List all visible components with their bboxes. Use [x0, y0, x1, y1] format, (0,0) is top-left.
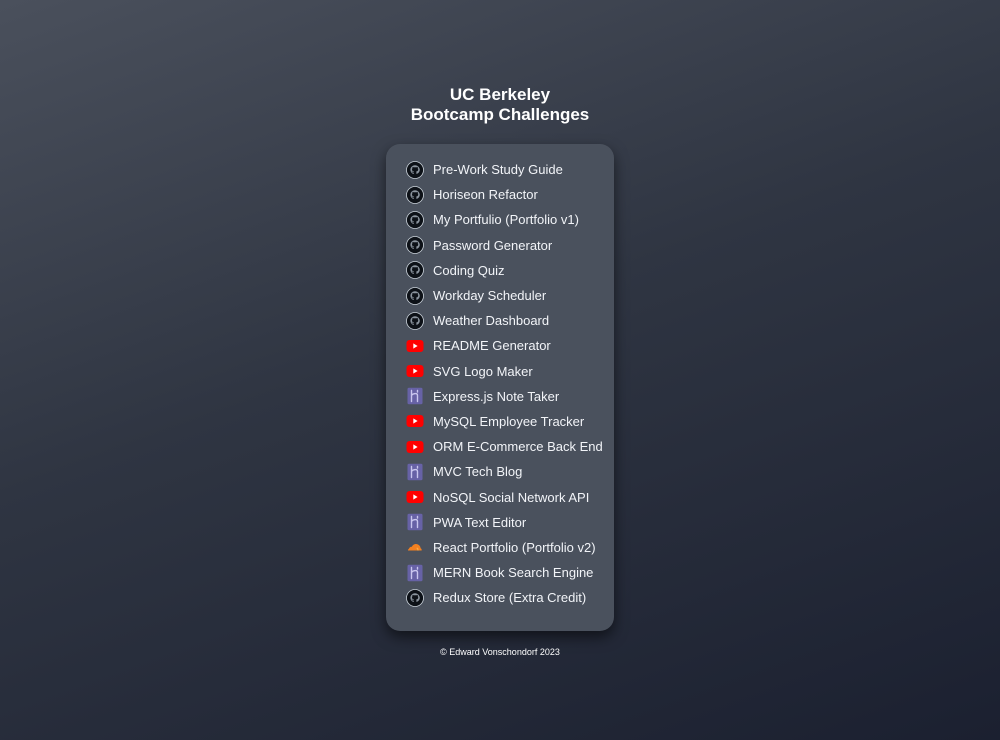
youtube-icon [406, 362, 424, 380]
link-item-svg-logo-maker[interactable]: SVG Logo Maker [386, 359, 614, 384]
link-item-pwa-text-editor[interactable]: PWA Text Editor [386, 510, 614, 535]
page-title: UC Berkeley Bootcamp Challenges [0, 85, 1000, 125]
link-item-mern-book-search-engine[interactable]: MERN Book Search Engine [386, 560, 614, 585]
links-card: Pre-Work Study Guide Horiseon Refactor My … [386, 144, 614, 631]
link-label: Express.js Note Taker [433, 388, 560, 404]
title-line-1: UC Berkeley [449, 85, 551, 104]
cloudflare-icon [406, 538, 424, 556]
link-label: README Generator [433, 338, 551, 354]
link-item-redux-store-extra-credit[interactable]: Redux Store (Extra Credit) [386, 585, 614, 610]
link-label: MySQL Employee Tracker [433, 413, 585, 429]
github-icon [406, 185, 424, 204]
link-label: Redux Store (Extra Credit) [433, 590, 587, 606]
link-item-mysql-employee-tracker[interactable]: MySQL Employee Tracker [386, 409, 614, 434]
link-item-orm-e-commerce-back-end[interactable]: ORM E-Commerce Back End [386, 434, 614, 459]
link-label: React Portfolio (Portfolio v2) [433, 539, 596, 555]
link-item-weather-dashboard[interactable]: Weather Dashboard [386, 308, 614, 333]
link-item-workday-scheduler[interactable]: Workday Scheduler [386, 283, 614, 308]
link-label: NoSQL Social Network API [433, 489, 590, 505]
youtube-icon [406, 488, 424, 506]
github-icon [406, 236, 424, 255]
github-icon [406, 160, 424, 179]
link-item-horiseon-refactor[interactable]: Horiseon Refactor [386, 182, 614, 207]
youtube-icon [406, 438, 424, 456]
title-line-2: Bootcamp Challenges [410, 105, 590, 124]
link-label: My Portfulio (Portfolio v1) [433, 212, 579, 228]
link-item-nosql-social-network-api[interactable]: NoSQL Social Network API [386, 484, 614, 509]
github-icon [406, 261, 424, 280]
link-label: SVG Logo Maker [433, 363, 533, 379]
youtube-icon [406, 412, 424, 430]
link-label: Weather Dashboard [433, 313, 550, 329]
heroku-icon [406, 513, 424, 531]
link-item-my-portfulio-portfolio-v1[interactable]: My Portfulio (Portfolio v1) [386, 207, 614, 232]
link-item-express-js-note-taker[interactable]: Express.js Note Taker [386, 384, 614, 409]
link-label: ORM E-Commerce Back End [433, 439, 603, 455]
youtube-icon [406, 337, 424, 355]
heroku-icon [406, 463, 424, 481]
footer-copyright: © Edward Vonschondorf 2023 [440, 647, 560, 657]
link-item-coding-quiz[interactable]: Coding Quiz [386, 258, 614, 283]
heroku-icon [406, 387, 424, 405]
link-label: Workday Scheduler [433, 288, 547, 304]
link-label: PWA Text Editor [433, 514, 527, 530]
link-label: MVC Tech Blog [433, 464, 523, 480]
link-label: Horiseon Refactor [433, 187, 538, 203]
link-item-password-generator[interactable]: Password Generator [386, 233, 614, 258]
link-label: Pre-Work Study Guide [433, 162, 563, 178]
link-item-mvc-tech-blog[interactable]: MVC Tech Blog [386, 459, 614, 484]
link-item-pre-work-study-guide[interactable]: Pre-Work Study Guide [386, 157, 614, 182]
link-label: MERN Book Search Engine [433, 565, 594, 581]
link-label: Password Generator [433, 237, 553, 253]
link-item-readme-generator[interactable]: README Generator [386, 333, 614, 358]
heroku-icon [406, 564, 424, 582]
github-icon [406, 211, 424, 229]
github-icon [406, 588, 424, 607]
github-icon [406, 286, 424, 305]
link-label: Coding Quiz [433, 262, 505, 278]
github-icon [406, 311, 424, 330]
link-item-react-portfolio-portfolio-v2[interactable]: React Portfolio (Portfolio v2) [386, 535, 614, 560]
